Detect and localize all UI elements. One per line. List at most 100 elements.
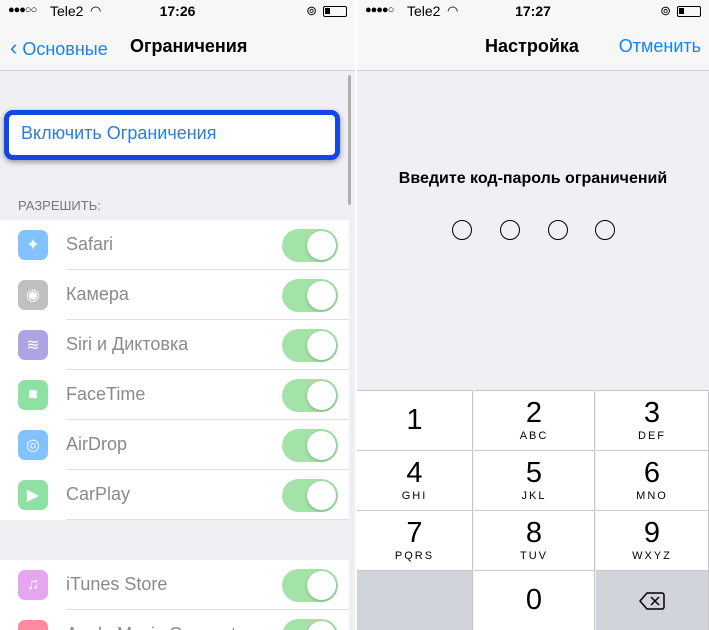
key-digit: 9: [643, 517, 661, 549]
toggle-switch[interactable]: [282, 379, 338, 412]
key-7[interactable]: 7 PQRS: [357, 510, 473, 570]
toggle-knob: [307, 331, 336, 360]
passcode-screen: ●●●●○ Tele2 ◠ 17:27 ⊚ Настройка Отменить…: [357, 0, 709, 630]
passcode-dot: [500, 220, 520, 240]
scrollbar[interactable]: [348, 75, 351, 205]
toggle-knob: [307, 621, 336, 630]
key-5[interactable]: 5 JKL: [474, 450, 595, 510]
key-digit: 8: [525, 517, 543, 549]
enable-restrictions-button[interactable]: Включить Ограничения: [4, 110, 340, 160]
backspace-icon: [639, 592, 665, 610]
key-letters: TUV: [520, 550, 548, 562]
toggle-switch[interactable]: [282, 429, 338, 462]
toggle-knob: [307, 381, 336, 410]
back-label: Основные: [22, 39, 108, 59]
safari-icon: ✦: [18, 230, 48, 260]
toggle-switch[interactable]: [282, 229, 338, 262]
rotation-lock-icon: ⊚: [306, 3, 317, 18]
music-icon: ♪: [18, 620, 48, 630]
list-item: ✦ Safari: [0, 220, 349, 270]
key-letters: GHI: [401, 490, 428, 502]
facetime-icon: ■: [18, 380, 48, 410]
list-item: ♪ Apple Music Connect: [0, 610, 349, 630]
siri-icon: ≋: [18, 330, 48, 360]
key-letters: ABC: [519, 430, 549, 442]
delete-button[interactable]: [596, 570, 709, 630]
airdrop-icon: ◎: [18, 430, 48, 460]
key-1[interactable]: 1: [357, 390, 473, 450]
nav-bar: ‹ Основные Ограничения: [0, 22, 355, 71]
key-0[interactable]: 0: [474, 570, 595, 630]
toggle-switch[interactable]: [282, 279, 338, 312]
key-digit: 4: [406, 457, 423, 489]
clock: 17:27: [515, 3, 551, 19]
nav-bar: Настройка Отменить: [357, 22, 709, 71]
key-digit: 7: [406, 517, 423, 549]
toggle-switch[interactable]: [282, 479, 338, 512]
list-item: ▶ CarPlay: [0, 470, 349, 520]
item-label: AirDrop: [66, 434, 128, 454]
toggle-knob: [307, 481, 336, 510]
passcode-dot: [595, 220, 615, 240]
key-digit: 1: [406, 404, 423, 436]
item-label: Safari: [66, 234, 114, 254]
toggle-switch[interactable]: [282, 619, 338, 630]
toggle-knob: [307, 571, 336, 600]
status-bar: ●●●○○ Tele2 ◠ 17:26 ⊚: [0, 0, 355, 22]
key-9[interactable]: 9 WXYZ: [596, 510, 709, 570]
section-header: РАЗРЕШИТЬ:: [18, 198, 101, 213]
item-label: CarPlay: [66, 484, 131, 504]
key-4[interactable]: 4 GHI: [357, 450, 473, 510]
toggle-knob: [307, 281, 336, 310]
item-label: Камера: [66, 284, 129, 304]
key-digit: 5: [525, 457, 543, 489]
key-2[interactable]: 2 ABC: [474, 390, 595, 450]
item-label: Siri и Диктовка: [66, 334, 189, 354]
page-title: Ограничения: [130, 36, 248, 56]
list-item: ◉ Камера: [0, 270, 349, 320]
key-digit: 2: [525, 397, 543, 429]
key-letters: PQRS: [394, 550, 435, 562]
key-digit: 3: [643, 397, 661, 429]
key-6[interactable]: 6 MNO: [596, 450, 709, 510]
key-8[interactable]: 8 TUV: [474, 510, 595, 570]
battery-icon: [677, 6, 701, 17]
key-letters: JKL: [521, 490, 547, 502]
key-letters: MNO: [636, 490, 668, 502]
key-letters: DEF: [638, 430, 666, 442]
itunes-icon: ♫: [18, 570, 48, 600]
passcode-dot: [452, 220, 472, 240]
item-label: FaceTime: [66, 384, 146, 404]
toggle-knob: [307, 231, 336, 260]
toggle-switch[interactable]: [282, 329, 338, 362]
key-3[interactable]: 3 DEF: [596, 390, 709, 450]
carplay-icon: ▶: [18, 480, 48, 510]
status-bar: ●●●●○ Tele2 ◠ 17:27 ⊚: [357, 0, 709, 22]
key-digit: 0: [525, 584, 543, 616]
chevron-left-icon: ‹: [10, 35, 18, 60]
passcode-dot: [548, 220, 568, 240]
back-button[interactable]: ‹ Основные: [10, 35, 108, 61]
cancel-button[interactable]: Отменить: [619, 36, 701, 57]
empty-key: [357, 570, 473, 630]
separator: [66, 519, 349, 520]
list-item: ■ FaceTime: [0, 370, 349, 420]
item-label: iTunes Store: [66, 574, 168, 594]
clock: 17:26: [159, 3, 196, 19]
list-item: ≋ Siri и Диктовка: [0, 320, 349, 370]
toggle-knob: [307, 431, 336, 460]
store-list: ♫ iTunes Store ♪ Apple Music Connect: [0, 560, 349, 630]
toggle-switch[interactable]: [282, 569, 338, 602]
passcode-prompt: Введите код-пароль ограничений: [398, 170, 668, 187]
camera-icon: ◉: [18, 280, 48, 310]
list-item: ♫ iTunes Store: [0, 560, 349, 610]
list-item: ◎ AirDrop: [0, 420, 349, 470]
restrictions-screen: ●●●○○ Tele2 ◠ 17:26 ⊚ ‹ Основные Огранич…: [0, 0, 355, 630]
page-title: Настройка: [485, 36, 579, 56]
key-digit: 6: [643, 457, 661, 489]
rotation-lock-icon: ⊚: [660, 3, 671, 18]
battery-icon: [323, 6, 347, 17]
allow-list: ✦ Safari ◉ Камера ≋ Siri и Диктовка ■ Fa…: [0, 220, 349, 520]
item-label: Apple Music Connect: [66, 624, 236, 630]
key-letters: WXYZ: [632, 550, 672, 562]
